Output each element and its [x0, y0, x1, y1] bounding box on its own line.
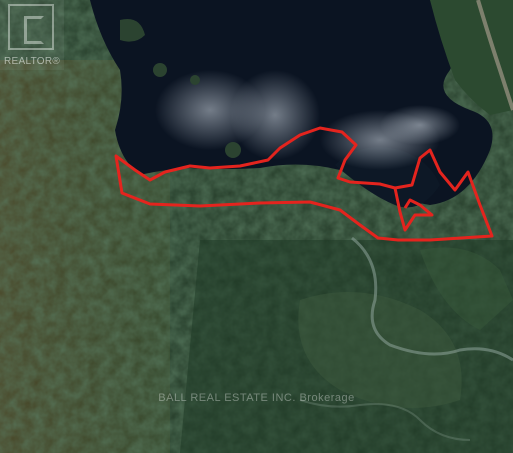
map-imagery: [0, 0, 513, 453]
realtor-logo-text: REALTOR®: [4, 56, 61, 67]
satellite-map[interactable]: REALTOR® BALL REAL ESTATE INC. Brokerage: [0, 0, 513, 453]
realtor-r-icon: [8, 4, 54, 50]
realtor-logo: REALTOR®: [0, 0, 64, 70]
brokerage-watermark: BALL REAL ESTATE INC. Brokerage: [158, 392, 355, 404]
